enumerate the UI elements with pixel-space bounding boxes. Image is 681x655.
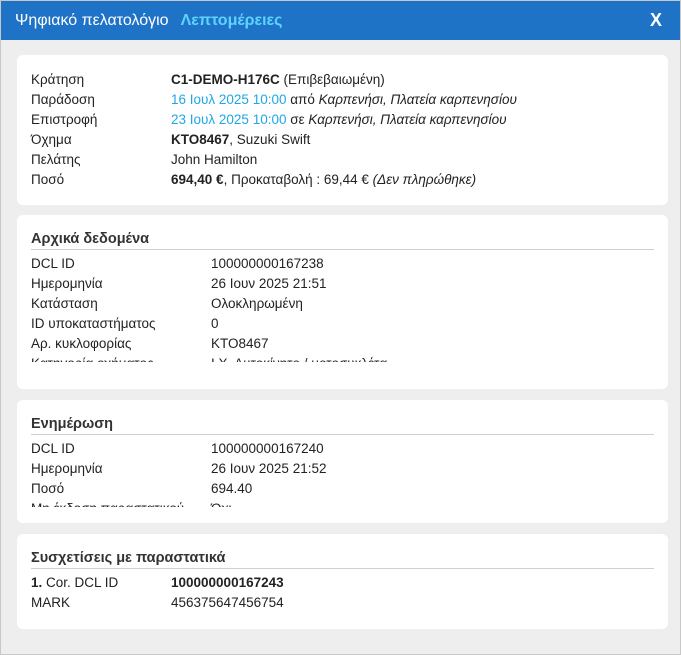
initial-row-value: 0 <box>211 316 219 331</box>
update-row-key: Μη έκδοση παραστατικού <box>31 499 211 507</box>
initial-row: Κατηγορία οχήματοςΙ.Χ. Αυτοκίνητο / μοτο… <box>31 354 654 362</box>
return-place: Καρπενήσι, Πλατεία καρπενησίου <box>308 112 507 127</box>
booking-row: Κράτηση C1-DEMO-H176C (Επιβεβαιωμένη) <box>31 70 654 90</box>
details-dialog: Ψηφιακό πελατολόγιο Λεπτομέρειες X Κράτη… <box>0 0 681 655</box>
close-button[interactable]: X <box>646 10 666 31</box>
initial-row: Αρ. κυκλοφορίας ΚΤΟ8467 <box>31 334 654 354</box>
vehicle-label: Όχημα <box>31 132 72 147</box>
delivery-place: Καρπενήσι, Πλατεία καρπενησίου <box>318 92 517 107</box>
update-row-value: 694.40 <box>211 481 253 496</box>
relation-mark-row: MARK 456375647456754 <box>31 593 654 613</box>
initial-row-value: 26 Ιουν 2025 21:51 <box>211 276 327 291</box>
window-subtitle: Λεπτομέρειες <box>180 11 283 29</box>
initial-row: Ημερομηνία 26 Ιουν 2025 21:51 <box>31 274 654 294</box>
title-bar: Ψηφιακό πελατολόγιο Λεπτομέρειες X <box>1 1 680 40</box>
relations-title: Συσχετίσεις με παραστατικά <box>31 546 654 569</box>
initial-row-value: 100000000167238 <box>211 256 324 271</box>
summary-card: Κράτηση C1-DEMO-H176C (Επιβεβαιωμένη) Πα… <box>17 55 668 205</box>
delivery-label: Παράδοση <box>31 92 95 107</box>
delivery-datetime: 16 Ιουλ 2025 10:00 <box>171 92 287 107</box>
update-title: Ενημέρωση <box>31 412 654 435</box>
relation-cor-label-group: 1. Cor. DCL ID <box>31 573 171 593</box>
customer-row: Πελάτης John Hamilton <box>31 150 654 170</box>
delivery-from: από <box>290 92 315 107</box>
return-row: Επιστροφή 23 Ιουλ 2025 10:00 σε Καρπενήσ… <box>31 110 654 130</box>
initial-row-value: Ολοκληρωμένη <box>211 296 303 311</box>
vehicle-value: ΚΤΟ8467, Suzuki Swift <box>171 130 310 150</box>
relations-card: Συσχετίσεις με παραστατικά 1. Cor. DCL I… <box>17 534 668 629</box>
vehicle-plate: ΚΤΟ8467 <box>171 132 230 147</box>
update-row-key: Ημερομηνία <box>31 461 103 476</box>
update-row: Μη έκδοση παραστατικούΌχι <box>31 499 654 507</box>
update-scroll[interactable]: DCL ID 100000000167240 Ημερομηνία 26 Ιουν … <box>31 439 654 507</box>
initial-row: DCL ID 100000000167238 <box>31 254 654 274</box>
relation-cor-label: Cor. DCL ID <box>46 575 119 590</box>
relation-mark-label: MARK <box>31 595 71 610</box>
update-row: DCL ID 100000000167240 <box>31 439 654 459</box>
amount-value: 694,40 € <box>171 172 224 187</box>
booking-value: C1-DEMO-H176C (Επιβεβαιωμένη) <box>171 70 385 90</box>
amount-label: Ποσό <box>31 172 65 187</box>
initial-row-key: Κατάσταση <box>31 296 98 311</box>
window-title: Ψηφιακό πελατολόγιο <box>15 11 169 29</box>
update-row-key: DCL ID <box>31 441 75 456</box>
return-at: σε <box>290 112 305 127</box>
booking-label: Κράτηση <box>31 72 85 87</box>
initial-data-title: Αρχικά δεδομένα <box>31 227 654 250</box>
return-datetime: 23 Ιουλ 2025 10:00 <box>171 112 287 127</box>
amount-value-group: 694,40 €, Προκαταβολή : 69,44 € (Δεν πλη… <box>171 170 476 190</box>
deposit-status: (Δεν πληρώθηκε) <box>372 172 477 187</box>
customer-name: John Hamilton <box>171 152 258 167</box>
initial-row-key: Κατηγορία οχήματος <box>31 354 211 362</box>
initial-row-key: ID υποκαταστήματος <box>31 316 156 331</box>
initial-row: Κατάσταση Ολοκληρωμένη <box>31 294 654 314</box>
initial-row-key: Αρ. κυκλοφορίας <box>31 336 132 351</box>
relation-index: 1. <box>31 575 43 590</box>
initial-row-value: ΚΤΟ8467 <box>211 336 269 351</box>
relation-mark-value: 456375647456754 <box>171 595 284 610</box>
update-card: Ενημέρωση DCL ID 100000000167240 Ημερομην… <box>17 400 668 523</box>
delivery-row: Παράδοση 16 Ιουλ 2025 10:00 από Καρπενήσ… <box>31 90 654 110</box>
delivery-value: 16 Ιουλ 2025 10:00 από Καρπενήσι, Πλατεί… <box>171 90 517 110</box>
initial-row-key: Ημερομηνία <box>31 276 103 291</box>
initial-row: ID υποκαταστήματος 0 <box>31 314 654 334</box>
update-row: Ημερομηνία 26 Ιουν 2025 21:52 <box>31 459 654 479</box>
update-row-key: Ποσό <box>31 481 65 496</box>
relation-cor-row: 1. Cor. DCL ID 100000000167243 <box>31 573 654 593</box>
vehicle-row: Όχημα ΚΤΟ8467, Suzuki Swift <box>31 130 654 150</box>
initial-data-card: Αρχικά δεδομένα DCL ID 100000000167238 Ημ… <box>17 215 668 389</box>
return-label: Επιστροφή <box>31 112 98 127</box>
initial-data-scroll[interactable]: DCL ID 100000000167238 Ημερομηνία 26 Ιουν … <box>31 254 654 362</box>
initial-row-value: Ι.Χ. Αυτοκίνητο / μοτοσυκλέτα <box>211 354 387 362</box>
booking-status: (Επιβεβαιωμένη) <box>283 72 385 87</box>
amount-rest: , Προκαταβολή : 69,44 € <box>223 172 369 187</box>
update-row: Ποσό 694.40 <box>31 479 654 499</box>
relation-cor-value: 100000000167243 <box>171 575 284 590</box>
amount-row: Ποσό 694,40 €, Προκαταβολή : 69,44 € (Δε… <box>31 170 654 190</box>
customer-label: Πελάτης <box>31 152 81 167</box>
update-row-value: 100000000167240 <box>211 441 324 456</box>
booking-code: C1-DEMO-H176C <box>171 72 280 87</box>
vehicle-model: , Suzuki Swift <box>229 132 311 147</box>
update-row-value: 26 Ιουν 2025 21:52 <box>211 461 327 476</box>
update-row-value: Όχι <box>211 499 232 507</box>
return-value: 23 Ιουλ 2025 10:00 σε Καρπενήσι, Πλατεία… <box>171 110 507 130</box>
initial-row-key: DCL ID <box>31 256 75 271</box>
